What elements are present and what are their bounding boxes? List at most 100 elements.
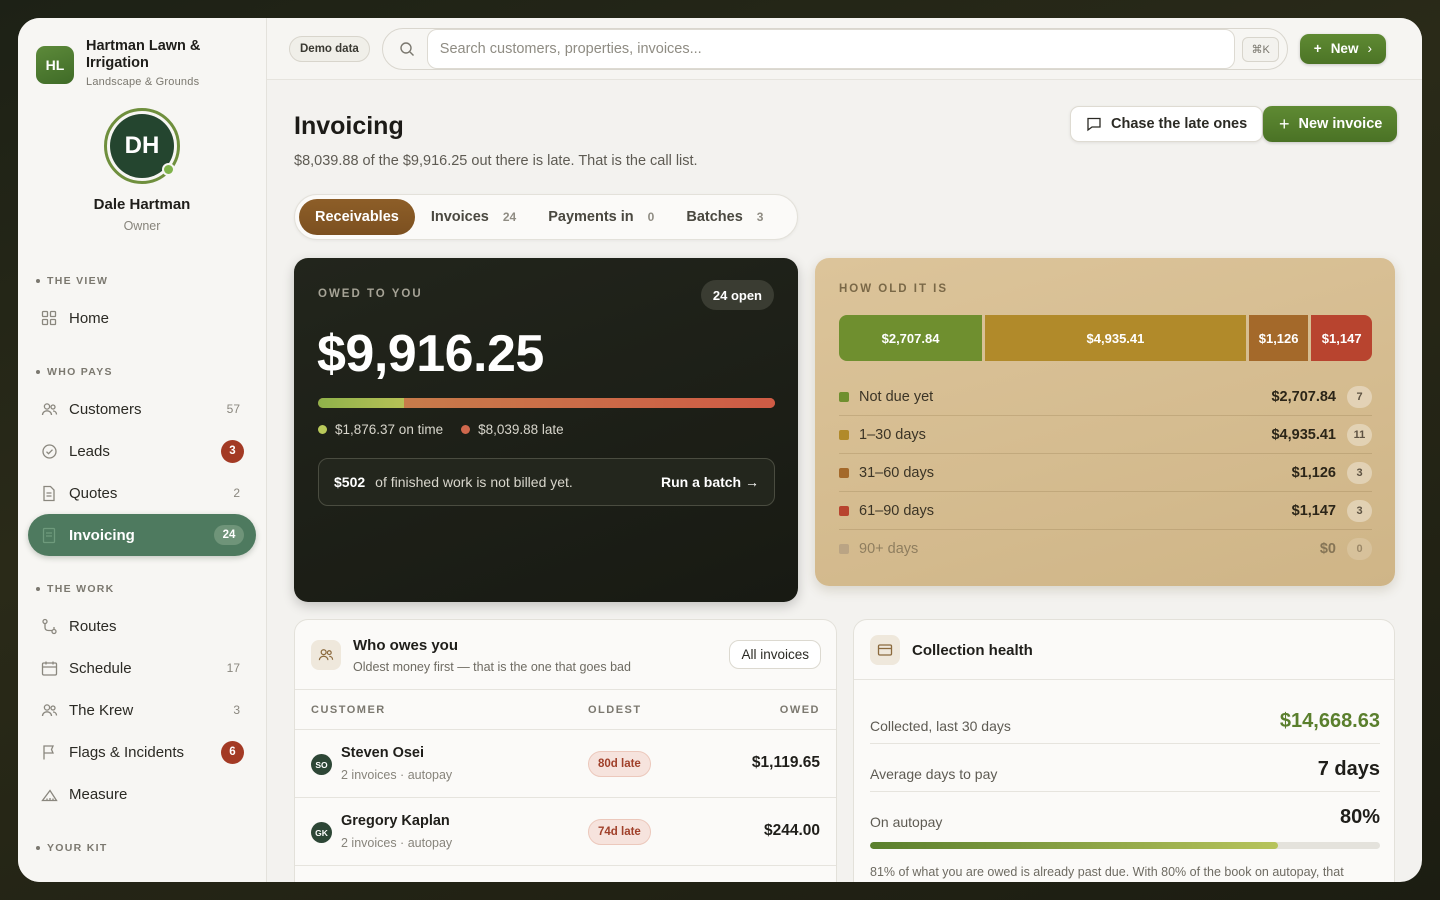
sidebar-item-label: The Krew (69, 701, 134, 719)
aging-bucket-amount: $1,147 (1291, 502, 1336, 519)
sidebar-item-alert-badge: 6 (221, 740, 244, 764)
sidebar-item-quotes[interactable]: Quotes 2 (28, 472, 256, 514)
column-oldest[interactable]: OLDEST (588, 704, 642, 716)
sidebar-item-leads[interactable]: Leads 3 (28, 430, 256, 472)
nav-section-the-view: THE VIEW (18, 274, 266, 288)
plus-icon: + (1279, 113, 1290, 134)
aging-bar-segment[interactable]: $1,147 (1311, 315, 1372, 361)
new-button[interactable]: + New › (1299, 33, 1386, 64)
customer-name: Steven Osei (341, 745, 425, 761)
sidebar-item-label: Measure (69, 785, 128, 803)
aging-bucket-amount: $2,707.84 (1271, 388, 1336, 405)
customer-meta: 2 invoices · autopay (341, 768, 453, 782)
users-icon (40, 701, 58, 719)
all-invoices-button[interactable]: All invoices (729, 640, 821, 669)
tab-receivables[interactable]: Receivables (299, 199, 415, 235)
sidebar-item-the-krew[interactable]: The Krew 3 (28, 689, 256, 731)
legend-ontime: $1,876.37 on time (318, 422, 443, 437)
aging-bar-segment[interactable]: $4,935.41 (985, 315, 1246, 361)
owed-total: $9,916.25 (317, 325, 544, 383)
aging-bucket-label: 90+ days (859, 541, 919, 557)
collection-health-header: Collection health (854, 620, 1394, 680)
who-owes-header: Who owes you Oldest money first — that i… (295, 620, 836, 690)
search-input[interactable]: Search customers, properties, invoices..… (426, 28, 1235, 69)
sidebar-item-flags-incidents[interactable]: Flags & Incidents 6 (28, 731, 256, 773)
profile[interactable]: DH Dale Hartman Owner (18, 108, 266, 233)
aging-row[interactable]: 61–90 days $1,147 3 (839, 492, 1372, 530)
aging-bucket-count: 3 (1347, 461, 1372, 484)
sidebar-item-customers[interactable]: Customers 57 (28, 388, 256, 430)
tab-batches[interactable]: Batches 3 (670, 199, 779, 235)
run-batch-link[interactable]: Run a batch → (661, 474, 759, 490)
aging-row[interactable]: 1–30 days $4,935.41 11 (839, 416, 1372, 454)
tab-label: Payments in (548, 209, 634, 225)
collection-health-title: Collection health (912, 642, 1033, 659)
chase-late-button[interactable]: Chase the late ones (1070, 106, 1264, 142)
health-label: Average days to pay (870, 766, 998, 782)
autopay-progress-bar (870, 842, 1380, 849)
brand[interactable]: HL Hartman Lawn & Irrigation Landscape &… (18, 18, 266, 88)
customer-avatar: SO (311, 754, 332, 775)
people-icon (311, 640, 341, 670)
table-row[interactable]: GK Gregory Kaplan 2 invoices · autopay 7… (295, 798, 836, 866)
column-customer[interactable]: CUSTOMER (311, 704, 386, 716)
app-window: HL Hartman Lawn & Irrigation Landscape &… (18, 18, 1422, 882)
sidebar-item-schedule[interactable]: Schedule 17 (28, 647, 256, 689)
aging-bar-segment[interactable]: $2,707.84 (839, 315, 983, 361)
sidebar-item-invoicing[interactable]: Invoicing 24 (28, 514, 256, 556)
tab-label: Invoices (430, 209, 489, 225)
invoice-icon (40, 526, 58, 544)
chevron-right-icon: › (1367, 41, 1372, 56)
aging-list: Not due yet $2,707.84 7 1–30 days $4,935.41 1… (839, 378, 1372, 568)
ontime-segment (318, 398, 405, 408)
collection-health-card: Collection health Collected, last 30 day… (853, 619, 1395, 882)
late-segment (404, 398, 775, 408)
measure-icon (40, 785, 58, 803)
nav-section-your-kit: YOUR KIT (18, 841, 266, 855)
aging-swatch (839, 505, 849, 516)
sidebar-item-label: Routes (69, 617, 117, 635)
health-value: 7 days (1317, 758, 1380, 780)
tab-invoices[interactable]: Invoices 24 (415, 199, 532, 235)
aging-row[interactable]: 31–60 days $1,126 3 (839, 454, 1372, 492)
avatar-ring: DH (104, 108, 180, 184)
tab-label: Receivables (315, 209, 399, 225)
aging-bucket-label: 61–90 days (859, 502, 934, 519)
ontime-late-bar (318, 398, 775, 408)
demo-data-chip[interactable]: Demo data (289, 35, 370, 62)
page-title: Invoicing (294, 112, 404, 140)
sidebar-item-label: Invoicing (69, 526, 135, 544)
plus-icon: + (1313, 41, 1322, 56)
column-owed[interactable]: OWED (780, 704, 820, 716)
sidebar-item-measure[interactable]: Measure (28, 773, 256, 815)
aging-swatch (839, 544, 849, 554)
late-badge: 74d late (588, 819, 651, 845)
profile-role: Owner (123, 219, 161, 233)
tab-payments-in[interactable]: Payments in 0 (532, 199, 670, 235)
profile-name: Dale Hartman (93, 196, 191, 213)
users-icon (40, 400, 58, 418)
sidebar-item-home[interactable]: Home (28, 297, 256, 339)
owed-legend: $1,876.37 on time $8,039.88 late (318, 422, 564, 437)
tab-label: Batches (686, 209, 743, 225)
aging-row[interactable]: 90+ days $0 0 (839, 530, 1372, 568)
sidebar-item-routes[interactable]: Routes (28, 605, 256, 647)
customer-meta: 2 invoices · autopay (341, 836, 453, 850)
new-invoice-button[interactable]: + New invoice (1263, 106, 1398, 142)
document-icon (40, 484, 58, 502)
aging-bar-segment[interactable]: $1,126 (1248, 315, 1309, 361)
table-row[interactable]: SO Steven Osei 2 invoices · autopay 80d … (295, 730, 836, 798)
search-bar[interactable]: Search customers, properties, invoices..… (381, 27, 1288, 70)
aging-bucket-amount: $4,935.41 (1271, 426, 1336, 443)
aging-bucket-label: 1–30 days (859, 426, 926, 443)
sidebar-item-label: Leads (69, 442, 110, 460)
chase-button-label: Chase the late ones (1111, 116, 1248, 132)
owed-label: OWED TO YOU (318, 288, 423, 300)
aging-bucket-amount: $0 (1319, 541, 1336, 557)
tab-bar: Receivables Invoices 24 Payments in 0 Ba… (294, 194, 798, 240)
legend-late: $8,039.88 late (461, 422, 564, 437)
aging-bucket-label: Not due yet (859, 388, 934, 405)
aging-row[interactable]: Not due yet $2,707.84 7 (839, 378, 1372, 416)
unbilled-text: of finished work is not billed yet. (375, 474, 573, 490)
aging-bucket-count: 3 (1347, 499, 1372, 522)
